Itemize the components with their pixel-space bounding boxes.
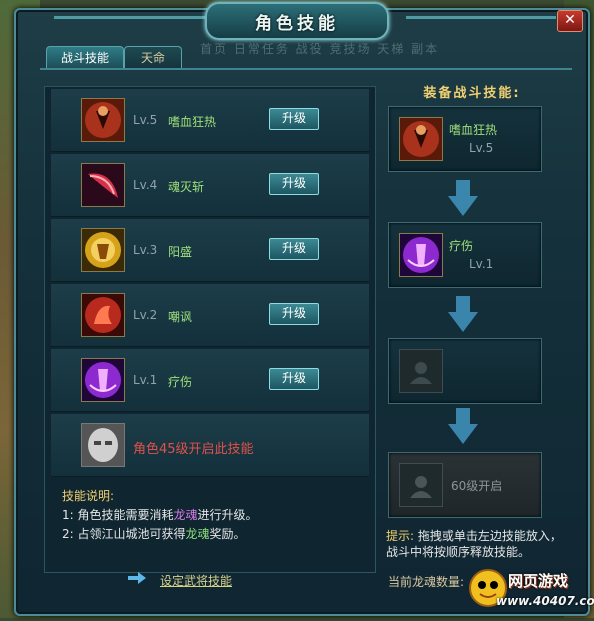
upgrade-button[interactable]: 升级 bbox=[269, 238, 319, 260]
equip-slot[interactable]: 嗜血狂热 Lv.5 bbox=[388, 106, 542, 172]
equipped-skills-title: 装备战斗技能: bbox=[423, 86, 521, 101]
watermark-site: www.40407.com bbox=[496, 594, 594, 608]
locked-skill-text: 角色45级开启此技能 bbox=[133, 442, 254, 457]
skill-level: Lv.4 bbox=[133, 178, 158, 192]
sun-aura-icon[interactable] bbox=[81, 228, 125, 272]
skill-name: 嗜血狂热 bbox=[168, 115, 217, 129]
description-text: 进行升级。 bbox=[197, 508, 258, 522]
description-text: 奖励。 bbox=[209, 527, 246, 541]
watermark-brand: 网页游戏 bbox=[508, 572, 569, 590]
equip-slot-empty[interactable] bbox=[388, 338, 542, 404]
tab-divider bbox=[40, 68, 572, 70]
skill-row[interactable]: Lv.2 嘲讽 升级 bbox=[51, 284, 369, 347]
description-line-2: 2: 占领江山城池可获得龙魂奖励。 bbox=[62, 525, 362, 544]
upgrade-button[interactable]: 升级 bbox=[269, 303, 319, 325]
skill-description: 技能说明: 1: 角色技能需要消耗龙魂进行升级。 2: 占领江山城池可获得龙魂奖… bbox=[62, 487, 362, 544]
description-text: 1: 角色技能需要消耗 bbox=[62, 508, 174, 522]
tab-destiny[interactable]: 天命 bbox=[124, 46, 182, 69]
chevron-down-icon bbox=[448, 408, 478, 444]
upgrade-button[interactable]: 升级 bbox=[269, 173, 319, 195]
description-text: 2: 占领江山城池可获得 bbox=[62, 527, 186, 541]
skill-level: Lv.3 bbox=[133, 243, 158, 257]
hint-text: 提示: 拖拽或单击左边技能放入，战斗中将按顺序释放技能。 bbox=[386, 528, 570, 560]
locked-skill-row: 角色45级开启此技能 bbox=[51, 414, 369, 477]
skill-name: 疗伤 bbox=[168, 375, 193, 389]
slot-skill-name: 疗伤 bbox=[449, 239, 474, 253]
skill-row[interactable]: Lv.3 阳盛 升级 bbox=[51, 219, 369, 282]
title-ornament-right bbox=[406, 16, 556, 19]
tab-combat-skills[interactable]: 战斗技能 bbox=[46, 46, 124, 69]
skill-level: Lv.1 bbox=[133, 373, 158, 387]
slot-skill-level: Lv.5 bbox=[469, 141, 494, 155]
dragon-soul-keyword: 龙魂 bbox=[185, 527, 210, 541]
upgrade-button[interactable]: 升级 bbox=[269, 108, 319, 130]
skill-row[interactable]: Lv.5 嗜血狂热 升级 bbox=[51, 89, 369, 152]
locked-slot-icon bbox=[399, 463, 443, 507]
chevron-down-icon bbox=[448, 180, 478, 216]
close-button[interactable]: ✕ bbox=[557, 10, 583, 32]
background-menu-ghost: 首页 日常任务 战役 竞技场 天梯 副本 bbox=[200, 42, 440, 56]
slot-skill-name: 嗜血狂热 bbox=[449, 123, 498, 137]
description-title: 技能说明: bbox=[62, 489, 115, 503]
arrow-right-icon bbox=[128, 572, 146, 584]
skill-name: 阳盛 bbox=[168, 245, 193, 259]
set-general-skill-link[interactable]: 设定武将技能 bbox=[160, 572, 232, 589]
empty-skill-icon bbox=[399, 349, 443, 393]
bloodlust-icon[interactable] bbox=[81, 98, 125, 142]
skill-row[interactable]: Lv.4 魂灭斩 升级 bbox=[51, 154, 369, 217]
description-line-1: 1: 角色技能需要消耗龙魂进行升级。 bbox=[62, 506, 362, 525]
slot-skill-level: Lv.1 bbox=[469, 257, 494, 271]
skill-name: 嘲讽 bbox=[168, 310, 193, 324]
skill-row[interactable]: Lv.1 疗伤 升级 bbox=[51, 349, 369, 412]
window-title: 角色技能 bbox=[255, 14, 339, 34]
title-ornament-left bbox=[54, 16, 214, 19]
bloodlust-icon[interactable] bbox=[399, 117, 443, 161]
skill-level: Lv.2 bbox=[133, 308, 158, 322]
skill-level: Lv.5 bbox=[133, 113, 158, 127]
dragon-soul-keyword: 龙魂 bbox=[173, 508, 198, 522]
equip-slot[interactable]: 疗伤 Lv.1 bbox=[388, 222, 542, 288]
slot-lock-text: 60级开启 bbox=[451, 479, 503, 493]
dragon-soul-count-label: 当前龙魂数量: bbox=[388, 575, 465, 589]
equip-slot-locked: 60级开启 bbox=[388, 452, 542, 518]
taunt-icon[interactable] bbox=[81, 293, 125, 337]
heal-icon[interactable] bbox=[399, 233, 443, 277]
chevron-down-icon bbox=[448, 296, 478, 332]
skill-name: 魂灭斩 bbox=[168, 180, 205, 194]
hint-label: 提示: bbox=[386, 529, 415, 543]
locked-mask-icon bbox=[81, 423, 125, 467]
upgrade-button[interactable]: 升级 bbox=[269, 368, 319, 390]
heal-icon[interactable] bbox=[81, 358, 125, 402]
soul-slash-icon[interactable] bbox=[81, 163, 125, 207]
